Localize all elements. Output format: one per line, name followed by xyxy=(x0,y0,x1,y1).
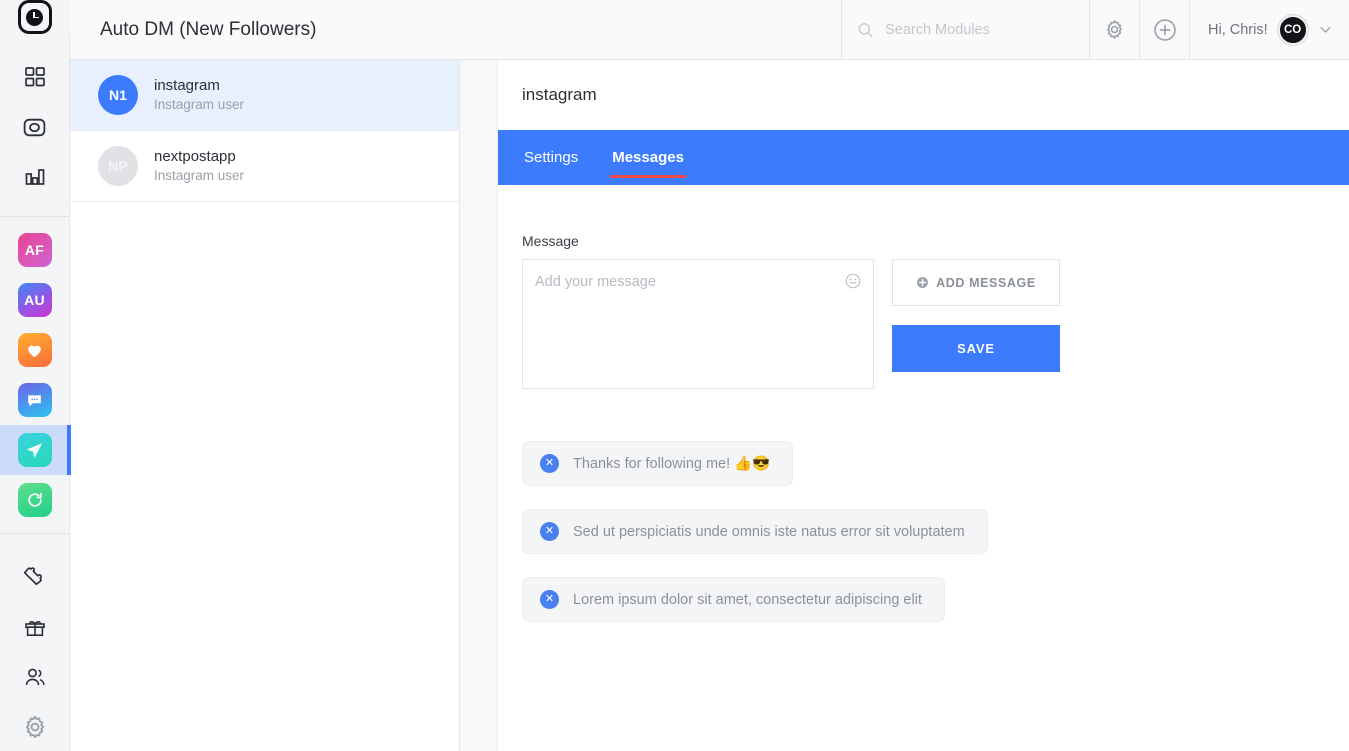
tab-content: Message Add your message ADD MESSAGE SAV… xyxy=(498,185,1349,751)
paper-plane-icon xyxy=(17,433,52,467)
left-rail: AF AU xyxy=(0,0,71,751)
close-circle-icon[interactable]: ✕ xyxy=(540,590,559,609)
gear-icon xyxy=(25,715,44,739)
rail-item-auto-like[interactable] xyxy=(0,325,70,375)
plus-circle-filled-icon xyxy=(917,277,929,288)
tile-label: AF xyxy=(24,242,45,258)
gear-icon xyxy=(1107,20,1122,39)
rail-item-auto-dm[interactable] xyxy=(0,425,71,475)
auto-unfollow-tile-icon: AU xyxy=(17,283,52,317)
save-button[interactable]: SAVE xyxy=(892,325,1060,372)
account-name: nextpostapp xyxy=(154,147,236,165)
users-icon xyxy=(25,668,45,686)
rail-group-modules: AF AU xyxy=(0,216,71,533)
rail-item-analytics[interactable] xyxy=(0,152,70,202)
chevron-down-icon xyxy=(1320,27,1331,33)
page-title: Auto DM (New Followers) xyxy=(100,18,317,40)
rail-item-auto-unfollow[interactable]: AU xyxy=(0,275,70,325)
message-textarea-wrapper xyxy=(522,259,874,389)
message-textarea[interactable] xyxy=(523,260,873,388)
puzzle-piece-icon xyxy=(23,566,42,585)
tile-label: AU xyxy=(24,292,45,308)
panel-gutter xyxy=(460,60,498,751)
search-input[interactable] xyxy=(885,21,1075,38)
section-title: instagram xyxy=(522,85,597,104)
account-list-panel: N1 instagram Instagram user NP nextposta… xyxy=(70,60,460,751)
search-container[interactable] xyxy=(841,0,1089,59)
app-root: AF AU Auto DM (New Followers) Search Mod… xyxy=(0,0,1349,751)
add-message-label: ADD MESSAGE xyxy=(936,275,1036,290)
list-item[interactable]: NP nextpostapp Instagram user xyxy=(70,131,459,202)
rail-item-auto-follow[interactable]: AF xyxy=(0,225,70,275)
auto-follow-tile-icon: AF xyxy=(17,233,52,267)
avatar: N1 xyxy=(98,75,138,115)
app-logo[interactable] xyxy=(0,0,70,34)
plus-circle-icon xyxy=(1153,18,1176,41)
gift-icon xyxy=(24,621,45,636)
avatar: NP xyxy=(98,146,138,186)
close-circle-icon[interactable]: ✕ xyxy=(540,522,559,541)
add-message-button[interactable]: ADD MESSAGE xyxy=(892,259,1060,306)
message-text: Lorem ipsum dolor sit amet, consectetur … xyxy=(573,591,922,608)
right-region: Auto DM (New Followers) Search Modules H… xyxy=(70,0,1349,751)
repost-loop-icon xyxy=(17,483,52,517)
account-subtitle: Instagram user xyxy=(154,168,245,184)
tab-bar: Settings Messages xyxy=(498,130,1349,185)
saved-messages-list: ✕ Thanks for following me! 👍😎 ✕ Sed ut p… xyxy=(522,441,1349,622)
rail-item-instagram[interactable] xyxy=(0,102,70,152)
avatar: CO xyxy=(1277,14,1308,45)
smiley-face-icon[interactable] xyxy=(844,272,862,290)
compose-actions: ADD MESSAGE SAVE xyxy=(892,259,1060,372)
rail-item-rewards[interactable] xyxy=(0,602,70,652)
instagram-icon xyxy=(23,118,46,136)
list-item: ✕ Lorem ipsum dolor sit amet, consectetu… xyxy=(522,577,945,622)
clock-square-logo-icon xyxy=(17,0,52,34)
rail-group-secondary xyxy=(0,533,70,751)
tab-settings[interactable]: Settings xyxy=(522,130,580,185)
settings-button[interactable] xyxy=(1089,0,1139,59)
message-field-label: Message xyxy=(522,233,579,249)
message-text: Thanks for following me! 👍😎 xyxy=(573,456,771,472)
rail-item-auto-comment[interactable] xyxy=(0,375,70,425)
top-bar: Auto DM (New Followers) Search Modules H… xyxy=(70,0,1349,60)
compose-row: ADD MESSAGE SAVE xyxy=(522,259,1349,389)
rail-item-team[interactable] xyxy=(0,652,70,702)
rail-item-settings[interactable] xyxy=(0,702,70,751)
main-panel: instagram Settings Messages Message Add … xyxy=(498,60,1349,751)
search-icon xyxy=(858,22,873,37)
rail-item-dashboard[interactable] xyxy=(0,52,70,102)
account-subtitle: Instagram user xyxy=(154,97,245,113)
list-item: ✕ Thanks for following me! 👍😎 xyxy=(522,441,794,486)
user-menu[interactable]: Hi, Chris! CO xyxy=(1189,0,1349,59)
close-circle-icon[interactable]: ✕ xyxy=(540,454,559,473)
grid-dashboard-icon xyxy=(24,67,45,87)
body-region: N1 instagram Instagram user NP nextposta… xyxy=(70,60,1349,751)
greeting-text: Hi, Chris! xyxy=(1208,21,1268,38)
comment-bubble-icon xyxy=(17,383,52,417)
message-text: Sed ut perspiciatis unde omnis iste natu… xyxy=(573,523,965,540)
list-item[interactable]: N1 instagram Instagram user xyxy=(70,60,459,131)
add-button[interactable] xyxy=(1139,0,1189,59)
rail-item-repost[interactable] xyxy=(0,475,70,525)
tab-messages[interactable]: Messages xyxy=(610,130,686,185)
rail-item-integrations[interactable] xyxy=(0,552,70,602)
bar-chart-icon xyxy=(25,169,44,185)
main-header: instagram xyxy=(498,60,1349,130)
rail-group-primary xyxy=(0,34,70,216)
account-name: instagram xyxy=(154,76,220,94)
heart-icon xyxy=(17,333,52,367)
list-item: ✕ Sed ut perspiciatis unde omnis iste na… xyxy=(522,509,988,554)
